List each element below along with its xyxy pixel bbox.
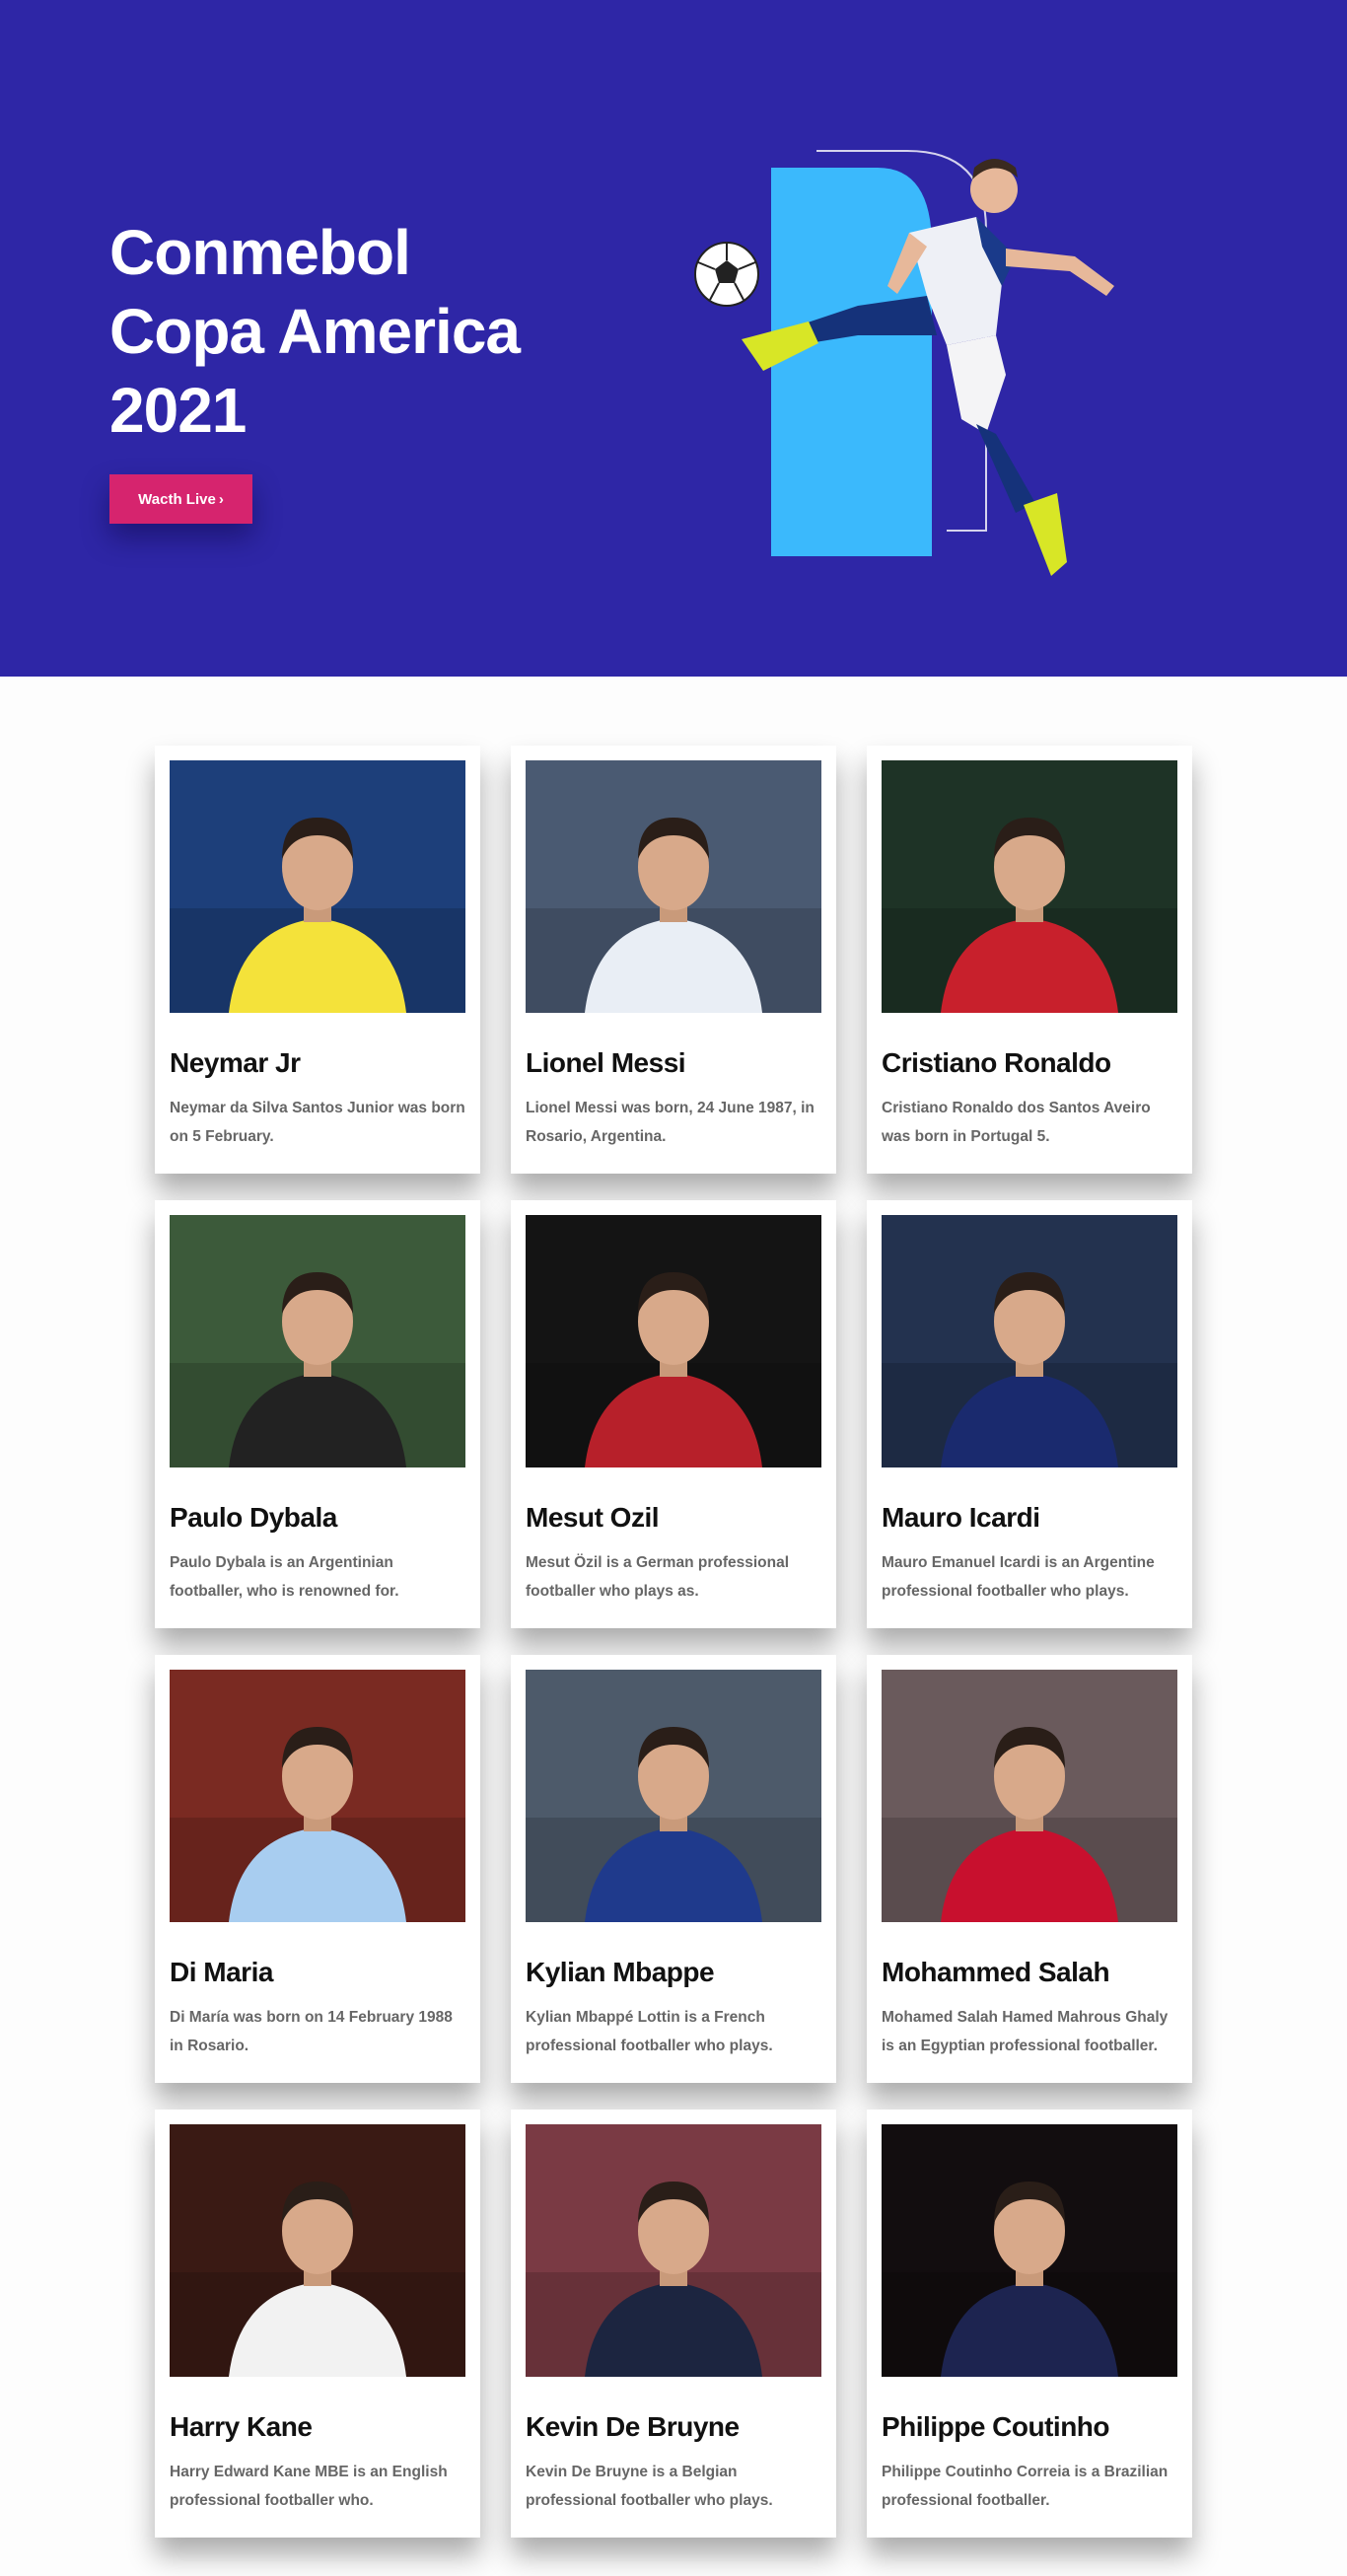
player-photo-image bbox=[526, 1215, 821, 1467]
player-photo[interactable] bbox=[526, 1670, 821, 1922]
player-card[interactable]: Kevin De Bruyne Kevin De Bruyne is a Belg… bbox=[511, 2110, 836, 2538]
chevron-right-icon: › bbox=[218, 490, 224, 508]
blue-accent-block bbox=[771, 168, 932, 556]
player-photo[interactable] bbox=[170, 760, 465, 1013]
player-name[interactable]: Lionel Messi bbox=[526, 1047, 821, 1079]
player-photo-image bbox=[882, 2124, 1177, 2377]
watch-live-button[interactable]: Wacth Live › bbox=[109, 474, 252, 524]
player-photo-image bbox=[882, 1670, 1177, 1922]
hero-title: Conmebol Copa America 2021 bbox=[109, 213, 603, 450]
player-bio: Paulo Dybala is an Argentinian footballe… bbox=[170, 1554, 399, 1600]
player-name[interactable]: Harry Kane bbox=[170, 2411, 465, 2443]
player-grid: Neymar Jr Neymar da Silva Santos Junior w… bbox=[155, 746, 1192, 2538]
hero-player-illustration bbox=[694, 150, 1114, 576]
player-name[interactable]: Kylian Mbappe bbox=[526, 1957, 821, 1988]
player-photo-image bbox=[170, 1670, 465, 1922]
player-photo[interactable] bbox=[170, 1670, 465, 1922]
player-bio: Kylian Mbappé Lottin is a French profess… bbox=[526, 2009, 773, 2054]
player-photo[interactable] bbox=[170, 1215, 465, 1467]
hero-title-line-1: Conmebol bbox=[109, 217, 411, 288]
soccer-ball-icon bbox=[694, 242, 759, 307]
player-name[interactable]: Mauro Icardi bbox=[882, 1502, 1177, 1534]
player-card[interactable]: Harry Kane Harry Edward Kane MBE is an En… bbox=[155, 2110, 480, 2538]
player-photo-image bbox=[882, 1215, 1177, 1467]
watch-live-label: Wacth Live bbox=[138, 490, 216, 508]
player-photo-image bbox=[170, 2124, 465, 2377]
player-photo[interactable] bbox=[882, 760, 1177, 1013]
player-photo-image bbox=[526, 2124, 821, 2377]
player-card[interactable]: Mesut Ozil Mesut Özil is a German profess… bbox=[511, 1200, 836, 1628]
player-card[interactable]: Paulo Dybala Paulo Dybala is an Argentini… bbox=[155, 1200, 480, 1628]
player-bio: Harry Edward Kane MBE is an English prof… bbox=[170, 2464, 448, 2509]
player-bio: Di María was born on 14 February 1988 in… bbox=[170, 2009, 453, 2054]
player-photo[interactable] bbox=[170, 2124, 465, 2377]
player-photo[interactable] bbox=[882, 1215, 1177, 1467]
player-photo[interactable] bbox=[526, 2124, 821, 2377]
player-bio: Kevin De Bruyne is a Belgian professiona… bbox=[526, 2464, 773, 2509]
player-bio: Mauro Emanuel Icardi is an Argentine pro… bbox=[882, 1554, 1155, 1600]
player-photo-image bbox=[526, 1670, 821, 1922]
player-card[interactable]: Philippe Coutinho Philippe Coutinho Corre… bbox=[867, 2110, 1192, 2538]
player-name[interactable]: Paulo Dybala bbox=[170, 1502, 465, 1534]
player-bio: Mohamed Salah Hamed Mahrous Ghaly is an … bbox=[882, 2009, 1169, 2054]
player-name[interactable]: Di Maria bbox=[170, 1957, 465, 1988]
player-name[interactable]: Neymar Jr bbox=[170, 1047, 465, 1079]
player-card[interactable]: Di Maria Di María was born on 14 February… bbox=[155, 1655, 480, 2083]
player-card[interactable]: Kylian Mbappe Kylian Mbappé Lottin is a F… bbox=[511, 1655, 836, 2083]
player-name[interactable]: Kevin De Bruyne bbox=[526, 2411, 821, 2443]
player-bio: Cristiano Ronaldo dos Santos Aveiro was … bbox=[882, 1100, 1151, 1145]
player-name[interactable]: Mesut Ozil bbox=[526, 1502, 821, 1534]
hero-title-line-2: Copa America bbox=[109, 296, 521, 367]
player-card[interactable]: Cristiano Ronaldo Cristiano Ronaldo dos S… bbox=[867, 746, 1192, 1174]
player-photo-image bbox=[170, 1215, 465, 1467]
player-photo-image bbox=[882, 760, 1177, 1013]
player-card[interactable]: Neymar Jr Neymar da Silva Santos Junior w… bbox=[155, 746, 480, 1174]
player-photo[interactable] bbox=[526, 1215, 821, 1467]
player-photo-image bbox=[526, 760, 821, 1013]
hero-title-line-3: 2021 bbox=[109, 375, 247, 446]
player-name[interactable]: Mohammed Salah bbox=[882, 1957, 1177, 1988]
player-bio: Lionel Messi was born, 24 June 1987, in … bbox=[526, 1100, 815, 1145]
player-card[interactable]: Mauro Icardi Mauro Emanuel Icardi is an A… bbox=[867, 1200, 1192, 1628]
player-bio: Neymar da Silva Santos Junior was born o… bbox=[170, 1100, 465, 1145]
player-bio: Philippe Coutinho Correia is a Brazilian… bbox=[882, 2464, 1169, 2509]
player-photo[interactable] bbox=[882, 2124, 1177, 2377]
hero-banner: Conmebol Copa America 2021 Wacth Live › bbox=[0, 0, 1347, 677]
player-bio: Mesut Özil is a German professional foot… bbox=[526, 1554, 790, 1600]
player-photo[interactable] bbox=[882, 1670, 1177, 1922]
player-name[interactable]: Philippe Coutinho bbox=[882, 2411, 1177, 2443]
player-card[interactable]: Mohammed Salah Mohamed Salah Hamed Mahrou… bbox=[867, 1655, 1192, 2083]
player-card[interactable]: Lionel Messi Lionel Messi was born, 24 Ju… bbox=[511, 746, 836, 1174]
player-photo[interactable] bbox=[526, 760, 821, 1013]
player-name[interactable]: Cristiano Ronaldo bbox=[882, 1047, 1177, 1079]
player-photo-image bbox=[170, 760, 465, 1013]
